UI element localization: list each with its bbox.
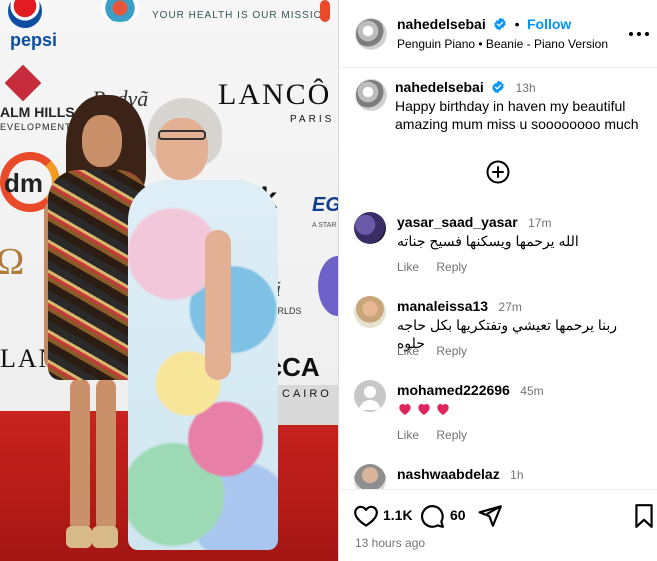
comment-user-line: manaleissa13 27m [397, 298, 522, 316]
comment-item: nashwaabdelaz 1h [339, 464, 657, 489]
person-left-shoe [66, 526, 92, 548]
red-heart-emoji-icon [437, 404, 449, 415]
comment-time: 17m [528, 216, 552, 230]
comment-reply-button[interactable]: Reply [436, 344, 467, 358]
comment-like-button[interactable]: Like [397, 260, 419, 274]
backdrop-logo-fragment [320, 0, 330, 22]
eg-logo: EG [312, 194, 338, 216]
eg-subtext: A STAR [312, 222, 337, 229]
comment-user-line: yasar_saad_yasar 17m [397, 214, 551, 232]
person-left-leg [96, 378, 116, 533]
person-right-face [156, 118, 208, 180]
comment-like-button[interactable]: Like [397, 344, 419, 358]
commenter-avatar[interactable] [354, 296, 386, 328]
comment-item: yasar_saad_yasar 17m الله يرحمها ويسكنها… [339, 212, 657, 292]
comment-actions: Like Reply [397, 344, 481, 358]
post-photo[interactable]: pepsi YOUR HEALTH IS OUR MISSION ALM HIL… [0, 0, 338, 561]
verified-badge-icon [494, 17, 506, 31]
health-logo [100, 0, 140, 22]
share-paper-plane-icon[interactable] [477, 503, 503, 529]
comments-list[interactable]: nahedelsebai 13h Happy birthday in haven… [339, 69, 657, 489]
comment-user-line: nashwaabdelaz 1h [397, 466, 524, 484]
palm-hills-logo [4, 64, 42, 102]
commenter-avatar[interactable] [354, 212, 386, 244]
caption-time[interactable]: 13h [516, 81, 536, 95]
comments-count[interactable]: 60 [450, 507, 466, 523]
dm-logo: dm [4, 168, 43, 198]
comment-time: 27m [498, 300, 522, 314]
post-side-panel: nahedelsebai • Follow Penguin Piano • Be… [339, 0, 657, 561]
separator-dot: • [514, 16, 520, 32]
red-heart-emoji-icon [399, 404, 411, 415]
commenter-avatar-default[interactable] [354, 380, 386, 412]
likes-count[interactable]: 1.1K [383, 507, 413, 523]
owner-avatar[interactable] [355, 18, 387, 50]
lancome-paris-text: PARIS [290, 114, 335, 125]
more-options-icon[interactable] [627, 26, 651, 42]
comment-actions: Like Reply [397, 428, 481, 442]
comment-bubble-icon[interactable] [419, 503, 445, 529]
person-left-face [82, 115, 122, 167]
purple-logo [318, 256, 338, 316]
plus-circle-icon[interactable] [486, 160, 510, 184]
posted-time[interactable]: 13 hours ago [355, 536, 425, 550]
comment-like-button[interactable]: Like [397, 428, 419, 442]
caption-text: Happy birthday in haven my beautiful ama… [395, 98, 639, 132]
heart-icon[interactable] [353, 503, 379, 529]
caption-username[interactable]: nahedelsebai [395, 79, 484, 95]
audio-track[interactable]: Penguin Piano • Beanie - Piano Version [397, 37, 608, 51]
comment-actions: Like Reply [397, 260, 481, 274]
comment-reply-button[interactable]: Reply [436, 260, 467, 274]
comment-item: mohamed222696 45m Like Reply [339, 380, 657, 460]
owner-username[interactable]: nahedelsebai [397, 16, 486, 32]
comment-username[interactable]: nashwaabdelaz [397, 466, 500, 482]
comment-text: الله يرحمها ويسكنها فسيح جناته [397, 233, 579, 249]
pepsi-logo-text: pepsi [10, 30, 58, 50]
glasses [158, 130, 206, 140]
comment-user-line: mohamed222696 45m [397, 382, 544, 400]
person-left-shoe [92, 526, 118, 548]
comment-username[interactable]: manaleissa13 [397, 298, 488, 314]
header-user-line: nahedelsebai • Follow [397, 16, 571, 34]
comment-time: 45m [520, 384, 544, 398]
verified-badge-icon [492, 80, 504, 94]
comment-username[interactable]: yasar_saad_yasar [397, 214, 518, 230]
commenter-avatar[interactable] [354, 464, 386, 489]
health-slogan: YOUR HEALTH IS OUR MISSION [152, 10, 331, 21]
lancome-logo: LANCÔ [218, 78, 332, 111]
caption-user-line: nahedelsebai 13h [395, 79, 536, 97]
person-right-floral-dress [128, 180, 278, 550]
follow-button[interactable]: Follow [527, 16, 571, 32]
festival-logo: Ω [0, 241, 25, 283]
red-heart-emoji-icon [418, 404, 430, 415]
mccann-cairo-text: CAIRO [282, 388, 332, 400]
comment-time: 1h [510, 468, 524, 482]
default-user-icon [359, 386, 381, 410]
post-actions-bar: 1.1K 60 13 hours ago [339, 489, 657, 561]
person-left-leg [70, 378, 90, 533]
comment-item: manaleissa13 27m ربنا يرحمها تعيشي وتفتك… [339, 296, 657, 376]
palm-hills-text: ALM HILLS [0, 104, 75, 120]
comment-heart-emojis [397, 401, 451, 417]
post-header: nahedelsebai • Follow Penguin Piano • Be… [339, 0, 657, 68]
caption-avatar[interactable] [355, 79, 387, 111]
pepsi-logo [8, 0, 42, 28]
bookmark-icon[interactable] [633, 503, 655, 529]
person-right-arm [205, 230, 231, 380]
comment-username[interactable]: mohamed222696 [397, 382, 510, 398]
comment-reply-button[interactable]: Reply [436, 428, 467, 442]
